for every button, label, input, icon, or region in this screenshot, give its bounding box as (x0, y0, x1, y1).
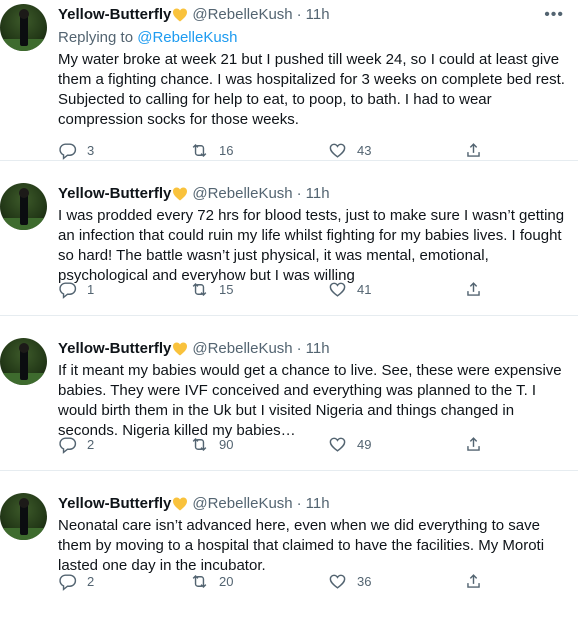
more-icon[interactable]: ••• (544, 6, 564, 24)
share-icon (467, 573, 480, 588)
like-icon (329, 437, 346, 452)
reply-button[interactable]: 2 (58, 571, 94, 591)
tweet[interactable]: Yellow-Butterfly @RebelleKush · 11h I wa… (0, 161, 578, 316)
like-icon (329, 143, 346, 158)
retweet-icon (192, 574, 207, 588)
reply-count: 3 (87, 142, 95, 158)
share-button[interactable] (464, 571, 483, 591)
author-name[interactable]: Yellow-Butterfly (58, 494, 171, 514)
separator: · (296, 340, 302, 357)
tweet[interactable]: Yellow-Butterfly @RebelleKush · 11h ••• … (0, 0, 578, 161)
retweet-button[interactable]: 90 (190, 434, 233, 454)
tweet-text: If it meant my babies would get a chance… (58, 362, 562, 439)
like-icon (329, 574, 346, 589)
tweet-actions: 3 16 43 (58, 140, 480, 160)
share-button[interactable] (464, 279, 483, 299)
reply-icon (59, 142, 77, 160)
reply-count: 2 (87, 573, 95, 589)
tweet-text: Neonatal care isn’t advanced here, even … (58, 517, 545, 574)
like-button[interactable]: 41 (328, 279, 371, 299)
like-count: 43 (357, 142, 372, 158)
like-button[interactable]: 43 (328, 140, 371, 160)
retweet-count: 16 (219, 142, 234, 158)
retweet-button[interactable]: 20 (190, 571, 233, 591)
retweet-icon (192, 143, 207, 157)
reply-button[interactable]: 1 (58, 279, 94, 299)
reply-icon (59, 281, 77, 299)
author-handle[interactable]: @RebelleKush (192, 494, 292, 514)
yellow-heart-icon (173, 8, 188, 22)
like-count: 49 (357, 436, 372, 452)
avatar[interactable] (0, 4, 47, 51)
share-icon (467, 142, 480, 157)
author-name[interactable]: Yellow-Butterfly (58, 5, 171, 25)
separator: · (296, 6, 302, 23)
tweet-actions: 1 15 41 (58, 279, 480, 299)
tweet-text: I was prodded every 72 hrs for blood tes… (58, 207, 565, 284)
share-button[interactable] (464, 434, 483, 454)
retweet-count: 20 (219, 573, 234, 589)
author-name[interactable]: Yellow-Butterfly (58, 339, 171, 359)
timestamp[interactable]: 11h (306, 184, 330, 204)
author-name[interactable]: Yellow-Butterfly (58, 184, 171, 204)
share-button[interactable] (464, 140, 483, 160)
like-icon (329, 282, 346, 297)
share-icon (467, 281, 480, 296)
tweet-actions: 2 90 49 (58, 434, 480, 454)
like-count: 41 (357, 281, 372, 297)
replying-to: Replying to @RebelleKush (58, 28, 570, 48)
reply-count: 2 (87, 436, 95, 452)
like-button[interactable]: 49 (328, 434, 371, 454)
share-icon (467, 436, 480, 451)
avatar[interactable] (0, 493, 47, 540)
tweet[interactable]: Yellow-Butterfly @RebelleKush · 11h Neon… (0, 471, 578, 619)
reply-count: 1 (87, 281, 95, 297)
separator: · (296, 495, 302, 512)
yellow-heart-icon (173, 342, 188, 356)
author-handle[interactable]: @RebelleKush (192, 5, 292, 25)
retweet-count: 15 (219, 281, 234, 297)
retweet-icon (192, 437, 207, 451)
tweet-actions: 2 20 36 (58, 571, 480, 591)
timestamp[interactable]: 11h (306, 339, 330, 359)
reply-icon (59, 573, 77, 591)
reply-button[interactable]: 2 (58, 434, 94, 454)
reply-icon (59, 436, 77, 454)
mention-link[interactable]: @RebelleKush (137, 29, 237, 46)
timestamp[interactable]: 11h (306, 494, 330, 514)
timestamp[interactable]: 11h (306, 5, 330, 25)
retweet-icon (192, 282, 207, 296)
tweet-text: My water broke at week 21 but I pushed t… (58, 51, 565, 128)
separator: · (296, 185, 302, 202)
like-count: 36 (357, 573, 372, 589)
tweet[interactable]: Yellow-Butterfly @RebelleKush · 11h If i… (0, 316, 578, 471)
reply-button[interactable]: 3 (58, 140, 94, 160)
retweet-button[interactable]: 15 (190, 279, 233, 299)
author-handle[interactable]: @RebelleKush (192, 184, 292, 204)
author-handle[interactable]: @RebelleKush (192, 339, 292, 359)
yellow-heart-icon (173, 497, 188, 511)
replying-prefix: Replying to (58, 29, 138, 46)
retweet-count: 90 (219, 436, 234, 452)
avatar[interactable] (0, 338, 47, 385)
avatar[interactable] (0, 183, 47, 230)
retweet-button[interactable]: 16 (190, 140, 233, 160)
yellow-heart-icon (173, 187, 188, 201)
like-button[interactable]: 36 (328, 571, 371, 591)
